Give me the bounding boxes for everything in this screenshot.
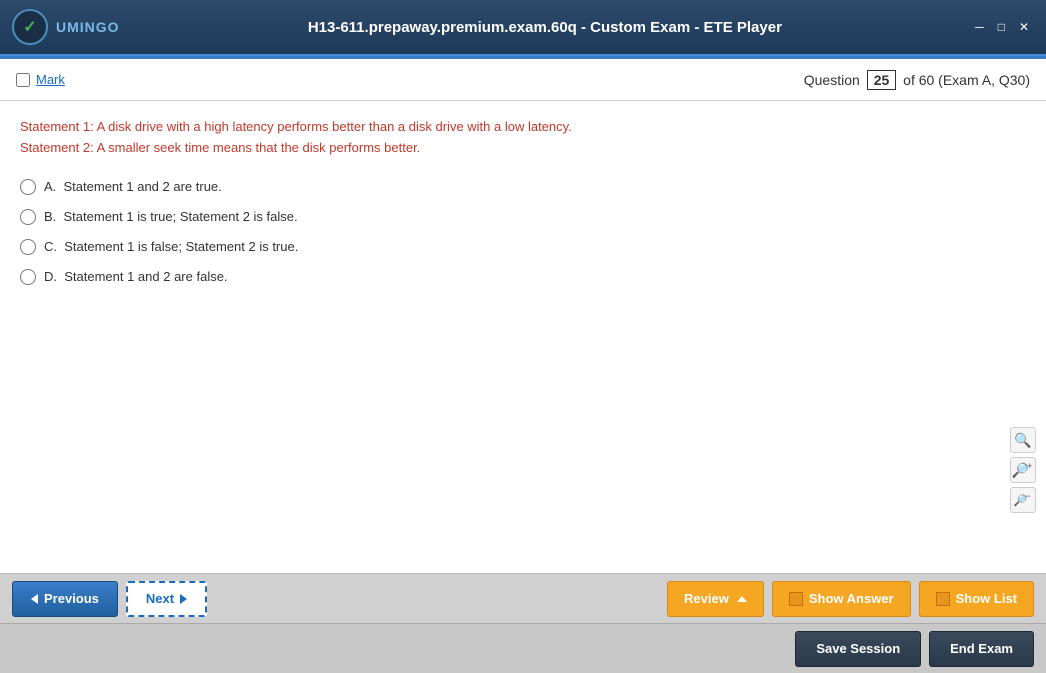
review-button[interactable]: Review — [667, 581, 764, 617]
logo-text: UMINGO — [56, 19, 120, 35]
show-answer-button[interactable]: Show Answer — [772, 581, 911, 617]
title-bar: ✓ UMINGO H13-611.prepaway.premium.exam.6… — [0, 0, 1046, 56]
minimize-button[interactable]: ─ — [970, 18, 989, 36]
radio-c[interactable] — [20, 239, 36, 255]
statement-1-highlighted: Statement 1: A disk drive with a high la… — [20, 119, 572, 134]
zoom-out-icon[interactable]: 🔎− — [1010, 487, 1036, 513]
logo-icon: ✓ — [12, 9, 48, 45]
close-button[interactable]: ✕ — [1014, 18, 1034, 36]
statement-2-highlighted: Statement 2: A smaller seek time means t… — [20, 140, 420, 155]
logo-area: ✓ UMINGO — [12, 9, 120, 45]
option-c[interactable]: C. Statement 1 is false; Statement 2 is … — [20, 239, 1026, 255]
search-icon[interactable]: 🔍 — [1010, 427, 1036, 453]
save-session-button[interactable]: Save Session — [795, 631, 921, 667]
end-exam-button[interactable]: End Exam — [929, 631, 1034, 667]
option-b-label: B. Statement 1 is true; Statement 2 is f… — [44, 209, 298, 224]
review-label: Review — [684, 591, 729, 606]
logo-checkmark: ✓ — [23, 17, 36, 37]
zoom-panel: 🔍 🔎+ 🔎− — [1010, 427, 1036, 513]
next-label: Next — [146, 591, 174, 606]
maximize-button[interactable]: □ — [993, 18, 1010, 36]
previous-button[interactable]: Previous — [12, 581, 118, 617]
chevron-right-icon — [180, 594, 187, 604]
option-b[interactable]: B. Statement 1 is true; Statement 2 is f… — [20, 209, 1026, 225]
show-list-label: Show List — [956, 591, 1017, 606]
chevron-up-icon — [737, 596, 747, 602]
question-number-box: 25 — [867, 70, 897, 90]
option-c-label: C. Statement 1 is false; Statement 2 is … — [44, 239, 298, 254]
navigation-bar: Previous Next Review Show Answer Show Li… — [0, 573, 1046, 623]
mark-checkbox[interactable] — [16, 73, 30, 87]
window-title: H13-611.prepaway.premium.exam.60q - Cust… — [120, 19, 971, 36]
option-d-label: D. Statement 1 and 2 are false. — [44, 269, 228, 284]
question-text: Question — [804, 72, 860, 88]
question-info: Question 25 of 60 (Exam A, Q30) — [804, 70, 1030, 90]
show-answer-icon — [789, 592, 803, 606]
options-container: A. Statement 1 and 2 are true. B. Statem… — [20, 179, 1026, 285]
content-area: Statement 1: A disk drive with a high la… — [0, 101, 1046, 573]
question-header: Mark Question 25 of 60 (Exam A, Q30) — [0, 59, 1046, 101]
show-list-icon — [936, 592, 950, 606]
radio-b[interactable] — [20, 209, 36, 225]
mark-label[interactable]: Mark — [36, 72, 65, 87]
radio-a[interactable] — [20, 179, 36, 195]
chevron-left-icon — [31, 594, 38, 604]
question-of-text: of 60 (Exam A, Q30) — [903, 72, 1030, 88]
option-a-label: A. Statement 1 and 2 are true. — [44, 179, 222, 194]
action-bar: Save Session End Exam — [0, 623, 1046, 673]
statement-1: Statement 1: A disk drive with a high la… — [20, 117, 1026, 138]
zoom-in-icon[interactable]: 🔎+ — [1010, 457, 1036, 483]
show-answer-label: Show Answer — [809, 591, 894, 606]
statement-block: Statement 1: A disk drive with a high la… — [20, 117, 1026, 159]
previous-label: Previous — [44, 591, 99, 606]
window-controls: ─ □ ✕ — [970, 18, 1034, 36]
radio-d[interactable] — [20, 269, 36, 285]
next-button[interactable]: Next — [126, 581, 207, 617]
option-d[interactable]: D. Statement 1 and 2 are false. — [20, 269, 1026, 285]
option-a[interactable]: A. Statement 1 and 2 are true. — [20, 179, 1026, 195]
mark-area: Mark — [16, 72, 65, 87]
statement-2: Statement 2: A smaller seek time means t… — [20, 138, 1026, 159]
show-list-button[interactable]: Show List — [919, 581, 1034, 617]
